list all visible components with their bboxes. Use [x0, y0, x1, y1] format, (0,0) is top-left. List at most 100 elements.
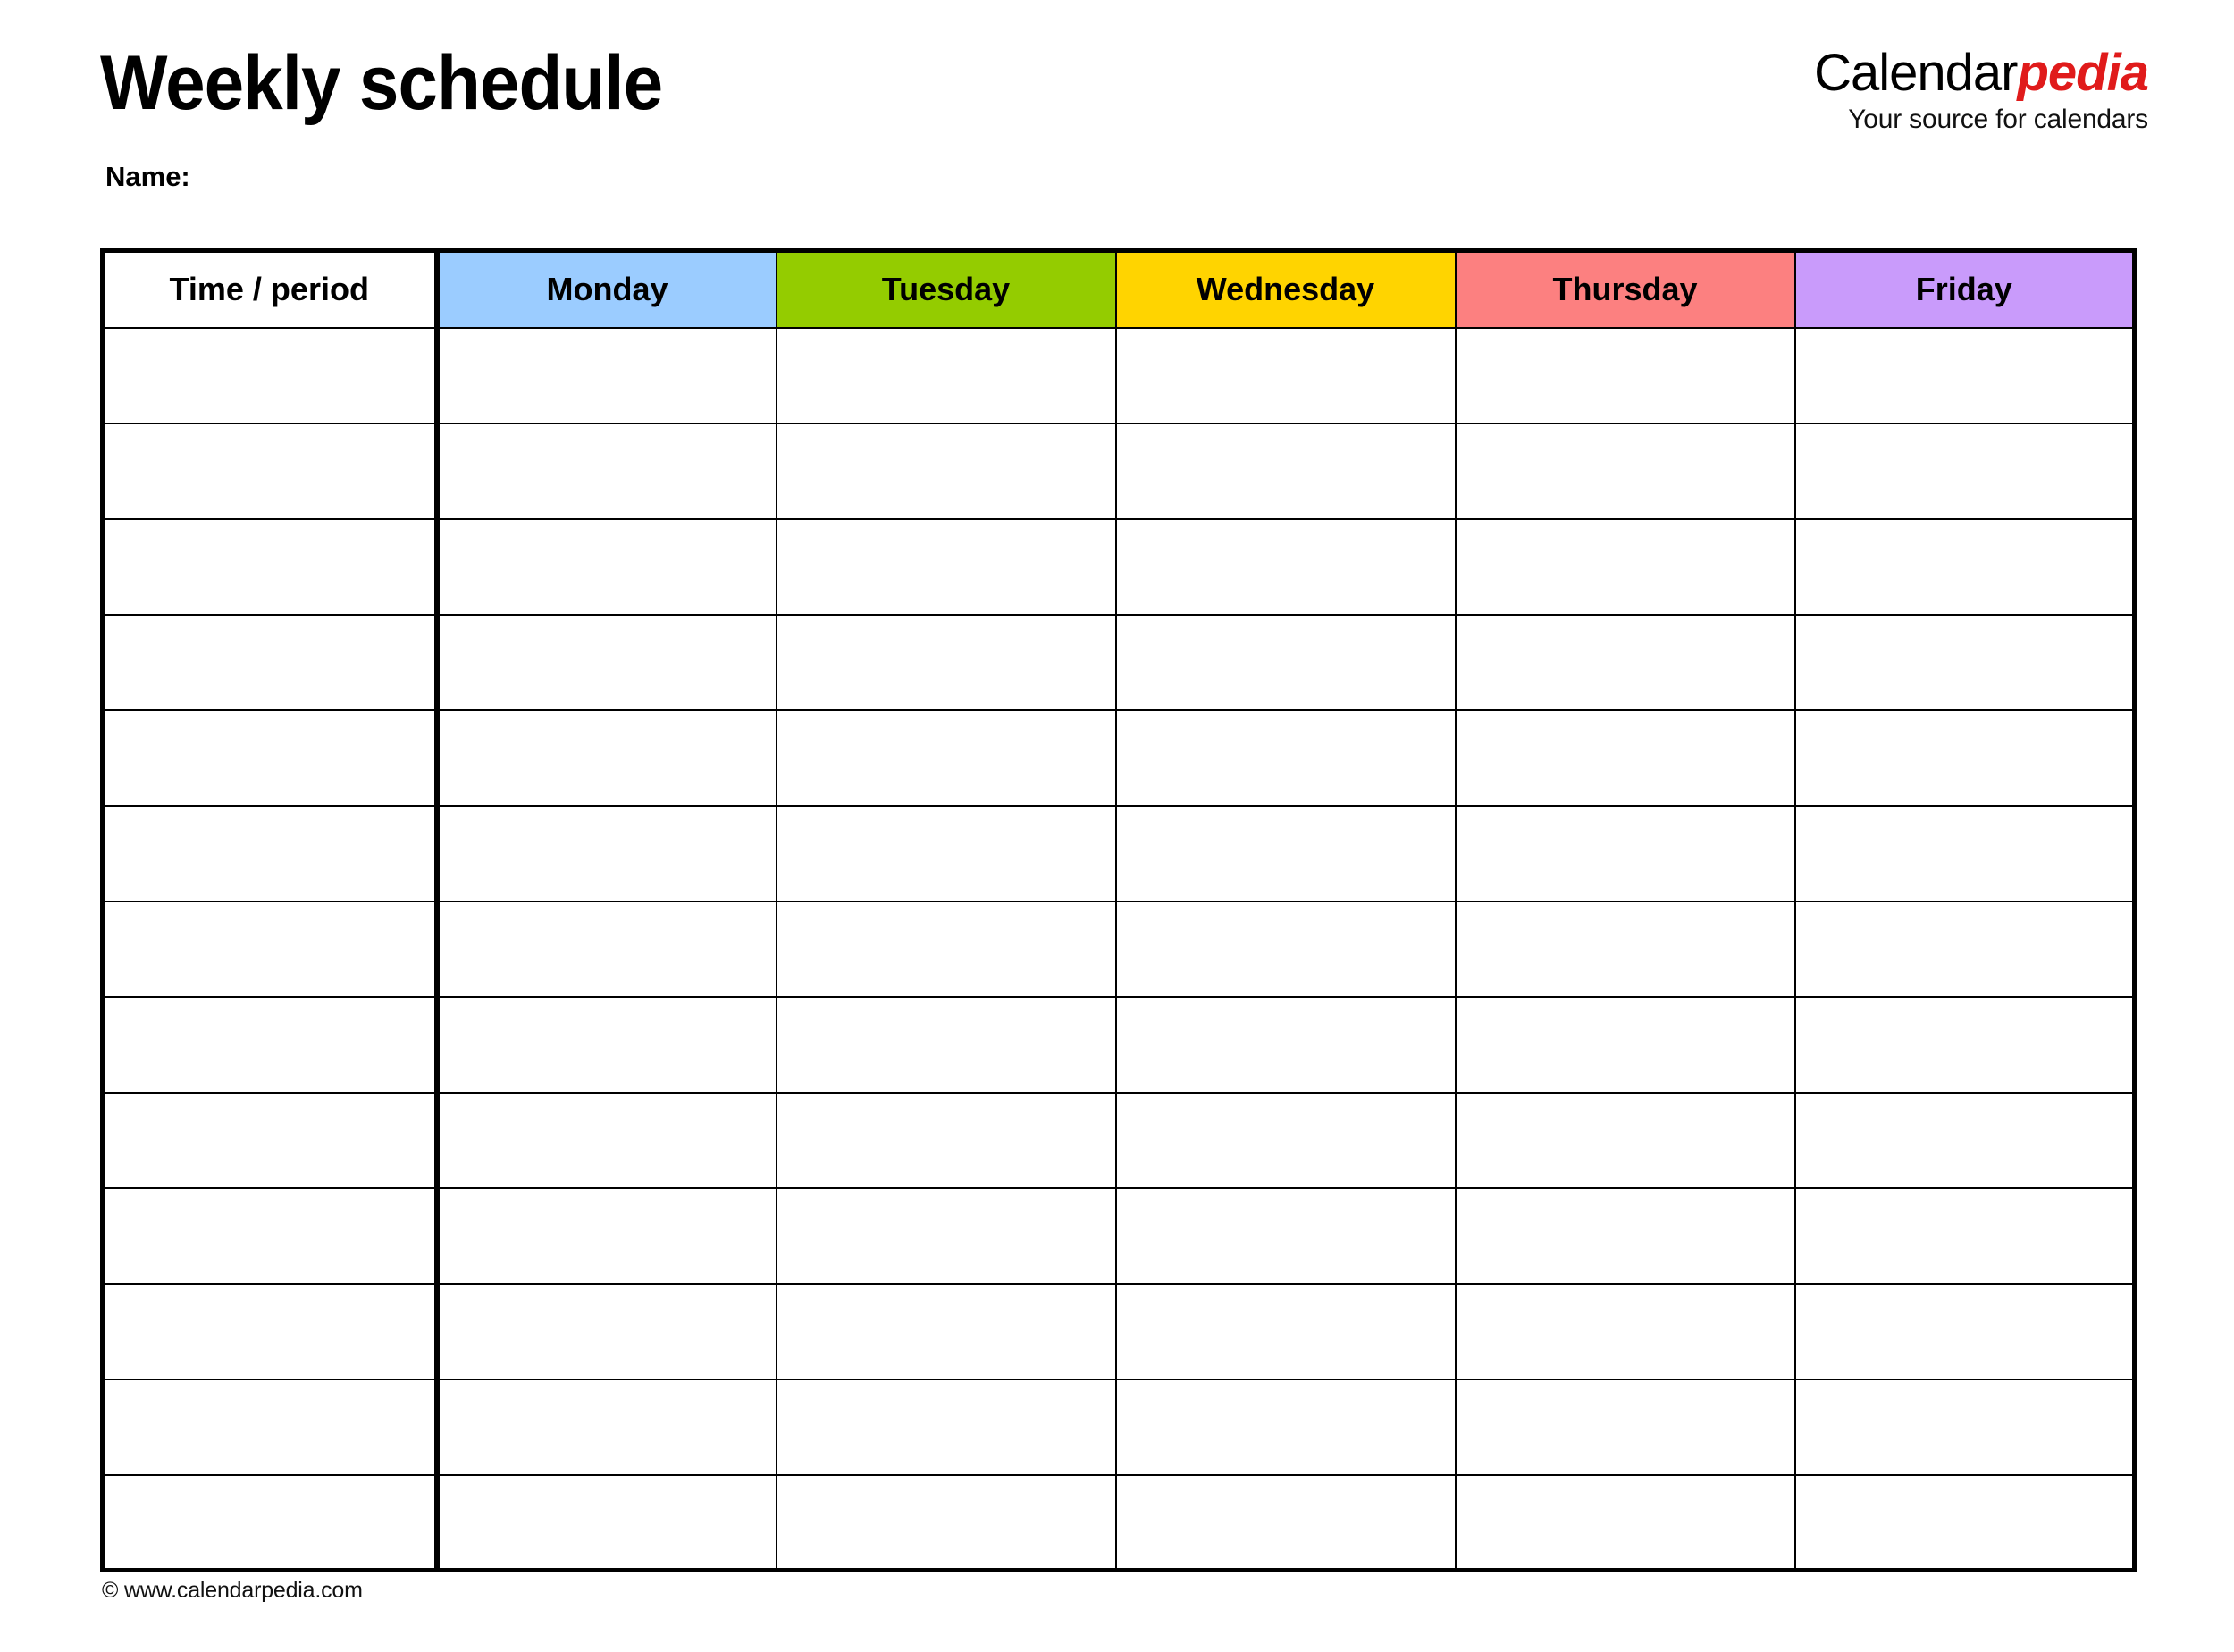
schedule-cell-tuesday[interactable] [775, 804, 1117, 902]
schedule-cell-tuesday[interactable] [775, 1473, 1117, 1572]
schedule-cell-tuesday[interactable] [775, 900, 1117, 998]
schedule-cell-tuesday[interactable] [775, 709, 1117, 807]
schedule-cell-thursday[interactable] [1454, 326, 1796, 424]
schedule-cell-wednesday[interactable] [1114, 422, 1457, 520]
schedule-table-body [101, 326, 2136, 1572]
schedule-cell-thursday[interactable] [1454, 613, 1796, 711]
schedule-cell-friday[interactable] [1793, 709, 2136, 807]
schedule-cell-monday[interactable] [435, 1187, 777, 1285]
schedule-cell-wednesday[interactable] [1114, 995, 1457, 1094]
column-header-thursday: Thursday [1454, 249, 1796, 329]
schedule-row [101, 804, 2136, 902]
schedule-cell-friday[interactable] [1793, 1091, 2136, 1189]
schedule-cell-thursday[interactable] [1454, 804, 1796, 902]
schedule-table-head: Time / period Monday Tuesday Wednesday T… [101, 249, 2136, 329]
column-header-friday: Friday [1793, 249, 2136, 329]
column-header-monday: Monday [435, 249, 777, 329]
schedule-cell-thursday[interactable] [1454, 517, 1796, 616]
schedule-cell-monday[interactable] [435, 613, 777, 711]
schedule-cell-time[interactable] [101, 1187, 440, 1285]
schedule-row [101, 1282, 2136, 1380]
schedule-cell-wednesday[interactable] [1114, 517, 1457, 616]
schedule-cell-time[interactable] [101, 804, 440, 902]
schedule-cell-friday[interactable] [1793, 1187, 2136, 1285]
schedule-cell-monday[interactable] [435, 326, 777, 424]
schedule-table-container: Time / period Monday Tuesday Wednesday T… [100, 248, 2137, 1572]
schedule-cell-time[interactable] [101, 1378, 440, 1476]
schedule-cell-friday[interactable] [1793, 326, 2136, 424]
schedule-cell-wednesday[interactable] [1114, 804, 1457, 902]
schedule-cell-friday[interactable] [1793, 900, 2136, 998]
schedule-row [101, 900, 2136, 998]
schedule-cell-wednesday[interactable] [1114, 1282, 1457, 1380]
schedule-row [101, 326, 2136, 424]
schedule-cell-friday[interactable] [1793, 517, 2136, 616]
schedule-cell-wednesday[interactable] [1114, 326, 1457, 424]
schedule-cell-time[interactable] [101, 1473, 440, 1572]
schedule-cell-monday[interactable] [435, 1378, 777, 1476]
schedule-cell-friday[interactable] [1793, 613, 2136, 711]
schedule-row [101, 709, 2136, 807]
schedule-cell-tuesday[interactable] [775, 326, 1117, 424]
footer-copyright: © www.calendarpedia.com [102, 1578, 363, 1603]
schedule-cell-monday[interactable] [435, 422, 777, 520]
schedule-cell-tuesday[interactable] [775, 1091, 1117, 1189]
schedule-cell-wednesday[interactable] [1114, 1091, 1457, 1189]
schedule-cell-time[interactable] [101, 613, 440, 711]
schedule-cell-monday[interactable] [435, 709, 777, 807]
schedule-cell-wednesday[interactable] [1114, 900, 1457, 998]
schedule-row [101, 1091, 2136, 1189]
schedule-cell-time[interactable] [101, 517, 440, 616]
schedule-cell-friday[interactable] [1793, 1473, 2136, 1572]
schedule-cell-friday[interactable] [1793, 804, 2136, 902]
schedule-cell-wednesday[interactable] [1114, 709, 1457, 807]
schedule-cell-monday[interactable] [435, 1282, 777, 1380]
schedule-cell-thursday[interactable] [1454, 900, 1796, 998]
column-header-wednesday: Wednesday [1114, 249, 1457, 329]
schedule-row [101, 422, 2136, 520]
schedule-cell-monday[interactable] [435, 995, 777, 1094]
schedule-cell-friday[interactable] [1793, 995, 2136, 1094]
schedule-cell-thursday[interactable] [1454, 1378, 1796, 1476]
schedule-cell-thursday[interactable] [1454, 1091, 1796, 1189]
schedule-cell-thursday[interactable] [1454, 1187, 1796, 1285]
schedule-cell-monday[interactable] [435, 900, 777, 998]
schedule-cell-tuesday[interactable] [775, 995, 1117, 1094]
schedule-cell-monday[interactable] [435, 1091, 777, 1189]
schedule-cell-wednesday[interactable] [1114, 1378, 1457, 1476]
schedule-cell-monday[interactable] [435, 804, 777, 902]
schedule-cell-friday[interactable] [1793, 1282, 2136, 1380]
schedule-cell-wednesday[interactable] [1114, 1473, 1457, 1572]
schedule-cell-time[interactable] [101, 1091, 440, 1189]
schedule-cell-tuesday[interactable] [775, 517, 1117, 616]
schedule-cell-time[interactable] [101, 1282, 440, 1380]
schedule-cell-thursday[interactable] [1454, 1282, 1796, 1380]
schedule-cell-time[interactable] [101, 326, 440, 424]
schedule-cell-time[interactable] [101, 995, 440, 1094]
schedule-cell-thursday[interactable] [1454, 1473, 1796, 1572]
schedule-row [101, 995, 2136, 1094]
schedule-row [101, 613, 2136, 711]
page-title: Weekly schedule [100, 40, 663, 126]
schedule-cell-friday[interactable] [1793, 422, 2136, 520]
schedule-cell-thursday[interactable] [1454, 995, 1796, 1094]
schedule-row [101, 1473, 2136, 1572]
schedule-cell-time[interactable] [101, 422, 440, 520]
schedule-cell-tuesday[interactable] [775, 1378, 1117, 1476]
schedule-cell-tuesday[interactable] [775, 422, 1117, 520]
weekly-schedule-page: Weekly schedule Name: Calendarpedia Your… [0, 0, 2234, 1652]
schedule-cell-thursday[interactable] [1454, 709, 1796, 807]
schedule-cell-tuesday[interactable] [775, 613, 1117, 711]
schedule-cell-wednesday[interactable] [1114, 613, 1457, 711]
schedule-cell-monday[interactable] [435, 517, 777, 616]
weekly-schedule-table: Time / period Monday Tuesday Wednesday T… [100, 248, 2137, 1572]
schedule-cell-time[interactable] [101, 900, 440, 998]
schedule-cell-wednesday[interactable] [1114, 1187, 1457, 1285]
schedule-cell-time[interactable] [101, 709, 440, 807]
schedule-cell-monday[interactable] [435, 1473, 777, 1572]
schedule-cell-tuesday[interactable] [775, 1187, 1117, 1285]
schedule-cell-friday[interactable] [1793, 1378, 2136, 1476]
schedule-cell-tuesday[interactable] [775, 1282, 1117, 1380]
name-field-label: Name: [105, 161, 190, 192]
schedule-cell-thursday[interactable] [1454, 422, 1796, 520]
